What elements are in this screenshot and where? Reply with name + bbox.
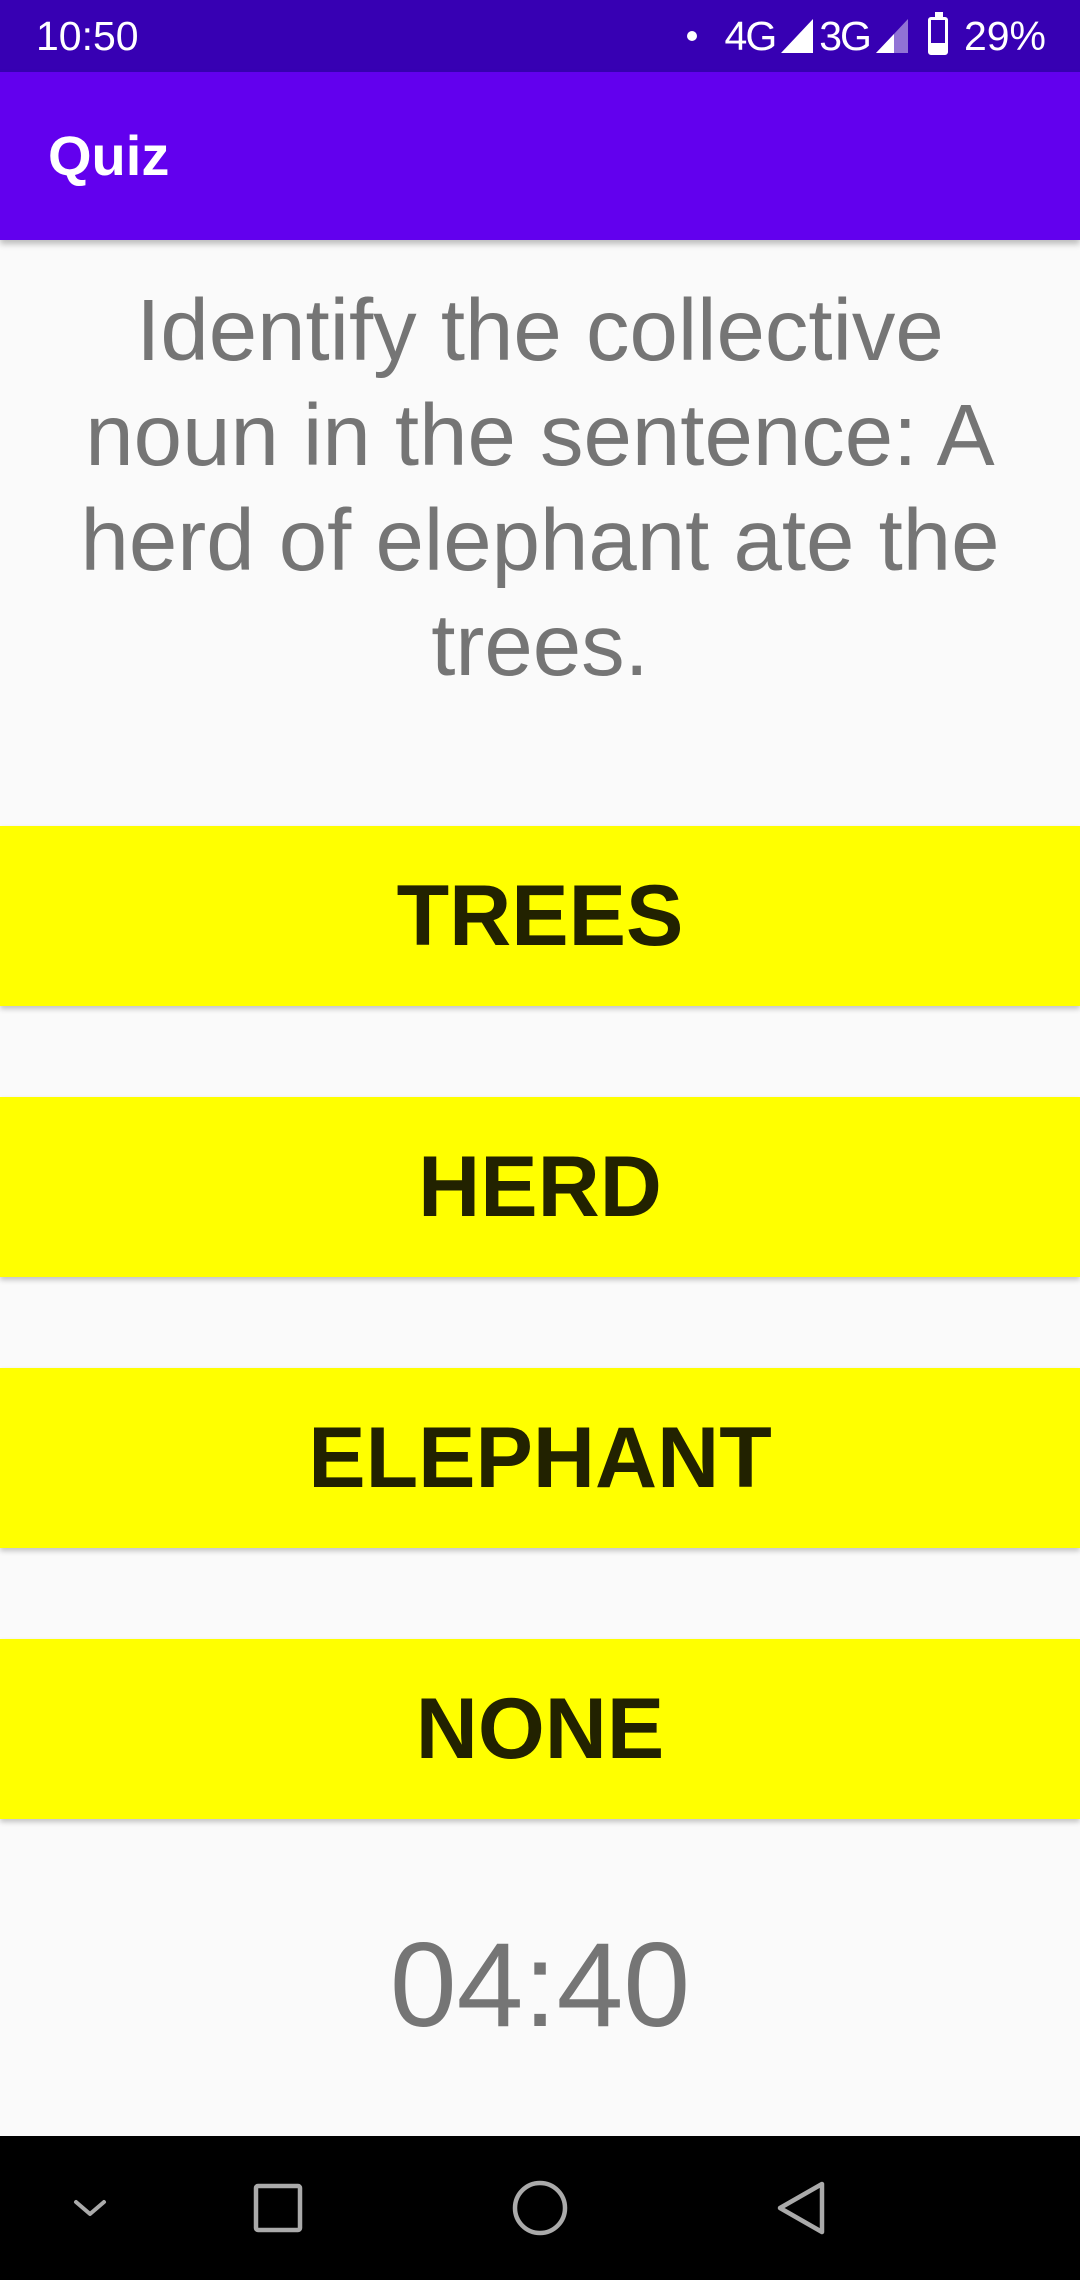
recents-button[interactable] bbox=[208, 2136, 348, 2280]
status-time: 10:50 bbox=[36, 13, 139, 59]
status-bar: 10:50 4G 3G 29% bbox=[0, 0, 1080, 72]
network-type-3g: 3G bbox=[819, 12, 872, 59]
collapse-nav-button[interactable] bbox=[20, 2136, 160, 2280]
navigation-bar bbox=[0, 2136, 1080, 2280]
signal-strength-weak-icon bbox=[875, 19, 908, 53]
answer-button-trees[interactable]: TREES bbox=[0, 826, 1080, 1006]
battery-icon bbox=[927, 12, 948, 55]
notification-dot-icon bbox=[686, 31, 697, 41]
answer-button-none[interactable]: NONE bbox=[0, 1639, 1080, 1819]
status-indicators: 4G 3G 29% bbox=[686, 12, 1046, 60]
back-button[interactable] bbox=[730, 2136, 870, 2280]
countdown-timer: 04:40 bbox=[389, 1918, 691, 2052]
home-circle-icon bbox=[512, 2180, 568, 2236]
chevron-down-icon bbox=[74, 2200, 106, 2216]
recents-square-icon bbox=[253, 2183, 303, 2233]
signal-strength-icon bbox=[781, 19, 814, 53]
battery-fill bbox=[930, 42, 945, 52]
home-button[interactable] bbox=[470, 2136, 610, 2280]
app-title: Quiz bbox=[48, 124, 170, 187]
question-text: Identify the collective noun in the sent… bbox=[80, 282, 1000, 694]
back-triangle-icon bbox=[777, 2181, 825, 2235]
app-bar: Quiz bbox=[0, 72, 1080, 240]
battery-percent: 29% bbox=[963, 12, 1046, 59]
answer-button-elephant[interactable]: ELEPHANT bbox=[0, 1368, 1080, 1548]
answer-button-herd[interactable]: HERD bbox=[0, 1097, 1080, 1277]
network-type-4g: 4G bbox=[724, 12, 778, 59]
